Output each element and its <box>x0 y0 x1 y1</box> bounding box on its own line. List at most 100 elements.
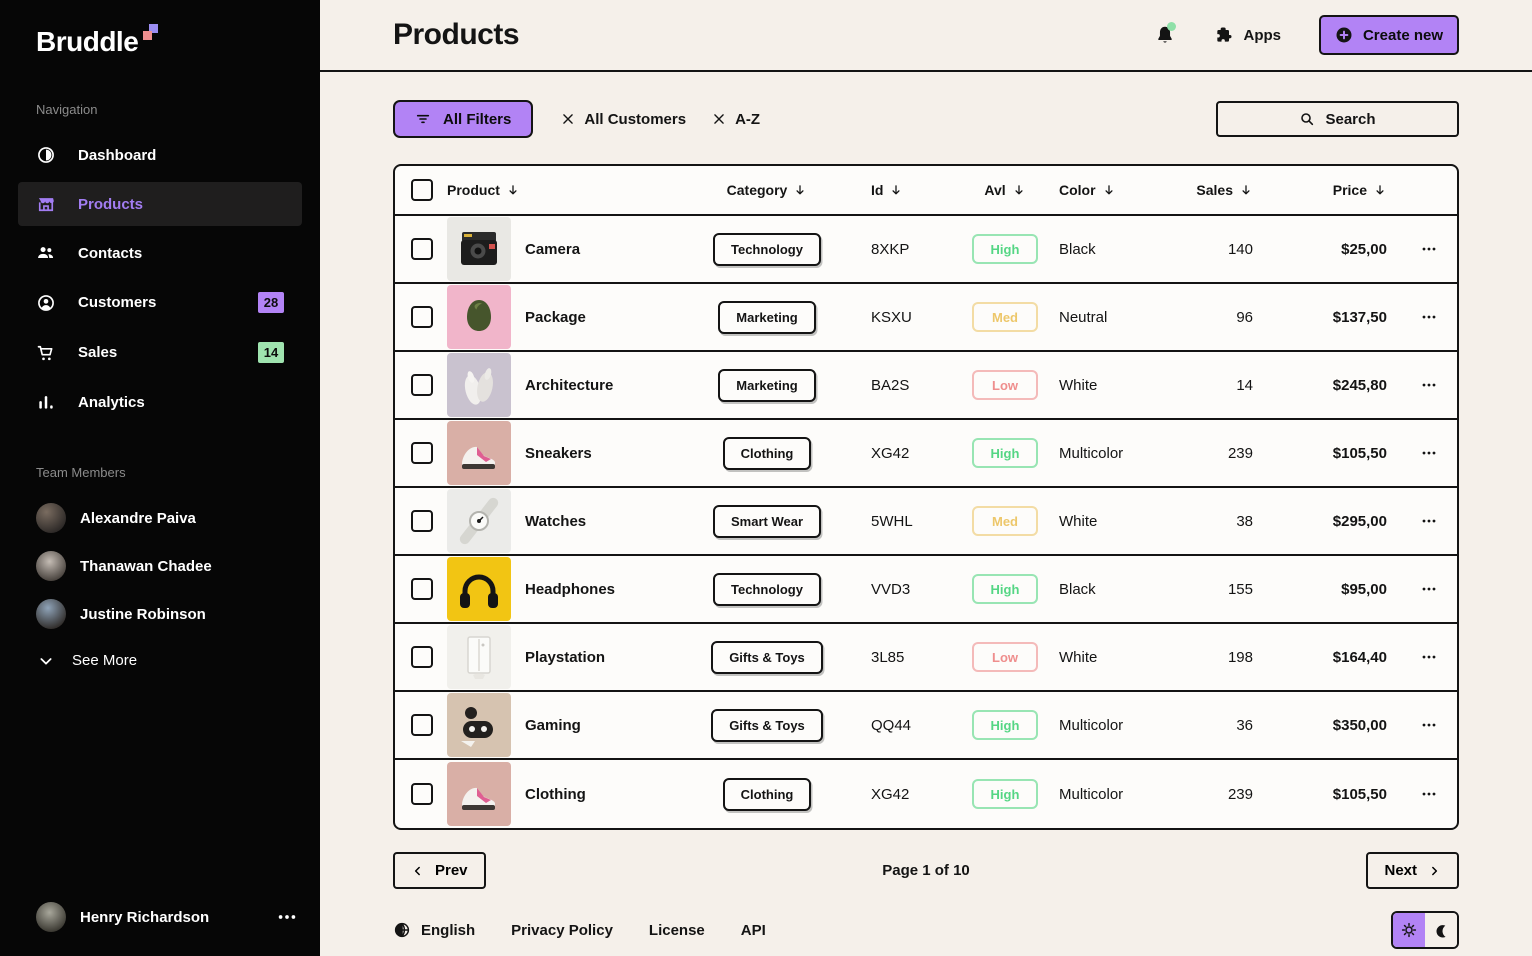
category-tag[interactable]: Marketing <box>718 301 815 334</box>
row-actions-button[interactable] <box>1417 782 1441 806</box>
category-tag[interactable]: Smart Wear <box>713 505 821 538</box>
availability-cell: High <box>972 574 1038 604</box>
see-more-button[interactable]: See More <box>0 638 320 669</box>
sidebar-item-label: Analytics <box>78 394 145 411</box>
column-label: Color <box>1059 182 1096 198</box>
row-actions-button[interactable] <box>1417 509 1441 533</box>
select-all-checkbox[interactable] <box>411 179 433 201</box>
row-actions-button[interactable] <box>1417 713 1441 737</box>
team-member-row[interactable]: Justine Robinson <box>0 590 320 638</box>
product-id: QQ44 <box>871 717 951 734</box>
avatar <box>36 503 66 533</box>
category-tag[interactable]: Gifts & Toys <box>711 641 823 674</box>
create-new-button[interactable]: Create new <box>1319 15 1459 55</box>
product-color: Multicolor <box>1059 717 1179 734</box>
availability-badge: Med <box>972 506 1038 536</box>
row-checkbox[interactable] <box>411 783 433 805</box>
footer-link-english[interactable]: English <box>393 921 475 939</box>
all-filters-button[interactable]: All Filters <box>393 100 533 138</box>
product-price: $245,80 <box>1333 377 1387 394</box>
product-name: Camera <box>525 241 663 258</box>
column-label: Sales <box>1196 182 1233 198</box>
product-price: $105,50 <box>1333 786 1387 803</box>
app-root: Bruddle Navigation DashboardProductsCont… <box>0 0 1532 956</box>
column-header-avl[interactable]: Avl <box>984 182 1025 198</box>
row-actions-button[interactable] <box>1417 373 1441 397</box>
filter-chip-all-customers[interactable]: All Customers <box>561 111 686 128</box>
row-checkbox[interactable] <box>411 578 433 600</box>
sidebar-item-sales[interactable]: Sales14 <box>18 330 302 375</box>
sidebar-item-contacts[interactable]: Contacts <box>18 231 302 275</box>
category-tag[interactable]: Clothing <box>723 437 812 470</box>
row-checkbox[interactable] <box>411 442 433 464</box>
team-member-row[interactable]: Thanawan Chadee <box>0 542 320 590</box>
row-actions-button[interactable] <box>1417 577 1441 601</box>
page-title: Products <box>393 18 519 52</box>
cart-icon <box>36 343 56 363</box>
sidebar-item-products[interactable]: Products <box>18 182 302 226</box>
avatar <box>36 599 66 629</box>
filter-chip-a-z[interactable]: A-Z <box>712 111 760 128</box>
notifications-bell-icon[interactable] <box>1154 24 1176 46</box>
sidebar-item-dashboard[interactable]: Dashboard <box>18 133 302 177</box>
table-row: HeadphonesTechnologyVVD3HighBlack155$95,… <box>395 556 1457 624</box>
filter-chips: All Customers A-Z <box>561 111 760 128</box>
product-id: 5WHL <box>871 513 951 530</box>
category-tag[interactable]: Clothing <box>723 778 812 811</box>
moon-icon[interactable] <box>1425 913 1457 947</box>
prev-page-button[interactable]: Prev <box>393 852 486 889</box>
product-sales: 96 <box>1236 309 1253 326</box>
category-tag[interactable]: Technology <box>713 573 821 606</box>
row-checkbox[interactable] <box>411 238 433 260</box>
product-thumbnail <box>447 489 511 553</box>
product-sales: 155 <box>1228 581 1253 598</box>
theme-toggle[interactable] <box>1391 911 1459 949</box>
team-member-row[interactable]: Alexandre Paiva <box>0 494 320 542</box>
column-label: Avl <box>984 182 1005 198</box>
dashboard-icon <box>36 145 56 165</box>
product-name: Architecture <box>525 377 663 394</box>
column-header-id[interactable]: Id <box>871 182 903 198</box>
row-actions-button[interactable] <box>1417 237 1441 261</box>
product-id: XG42 <box>871 786 951 803</box>
product-price: $350,00 <box>1333 717 1387 734</box>
category-tag[interactable]: Technology <box>713 233 821 266</box>
search-input[interactable]: Search <box>1216 101 1459 137</box>
product-thumbnail <box>447 762 511 826</box>
x-icon[interactable] <box>712 112 726 126</box>
x-icon[interactable] <box>561 112 575 126</box>
product-thumbnail <box>447 421 511 485</box>
category-tag[interactable]: Marketing <box>718 369 815 402</box>
row-checkbox[interactable] <box>411 374 433 396</box>
sidebar-item-analytics[interactable]: Analytics <box>18 380 302 424</box>
next-page-button[interactable]: Next <box>1366 852 1459 889</box>
availability-badge: Low <box>972 370 1038 400</box>
product-color: Multicolor <box>1059 786 1179 803</box>
product-price: $25,00 <box>1341 241 1387 258</box>
category-cell: Clothing <box>723 437 812 470</box>
column-header-category[interactable]: Category <box>727 182 808 198</box>
row-actions-button[interactable] <box>1417 645 1441 669</box>
row-actions-button[interactable] <box>1417 305 1441 329</box>
category-tag[interactable]: Gifts & Toys <box>711 709 823 742</box>
footer-link-api[interactable]: API <box>741 922 766 939</box>
footer-link-license[interactable]: License <box>649 922 705 939</box>
brand-logo[interactable]: Bruddle <box>0 0 320 58</box>
column-header-color[interactable]: Color <box>1059 182 1116 198</box>
row-checkbox[interactable] <box>411 714 433 736</box>
row-checkbox[interactable] <box>411 510 433 532</box>
user-menu-button[interactable] <box>276 906 298 928</box>
prev-label: Prev <box>435 862 468 879</box>
column-header-product[interactable]: Product <box>447 182 520 198</box>
column-header-price[interactable]: Price <box>1333 182 1387 198</box>
pagination: Prev Page 1 of 10 Next <box>393 852 1459 889</box>
sidebar-item-customers[interactable]: Customers28 <box>18 280 302 325</box>
apps-button[interactable]: Apps <box>1214 25 1282 45</box>
row-checkbox[interactable] <box>411 646 433 668</box>
settings-gear-icon[interactable] <box>1393 913 1425 947</box>
product-name: Watches <box>525 513 663 530</box>
footer-link-privacy-policy[interactable]: Privacy Policy <box>511 922 613 939</box>
row-checkbox[interactable] <box>411 306 433 328</box>
row-actions-button[interactable] <box>1417 441 1441 465</box>
column-header-sales[interactable]: Sales <box>1196 182 1253 198</box>
